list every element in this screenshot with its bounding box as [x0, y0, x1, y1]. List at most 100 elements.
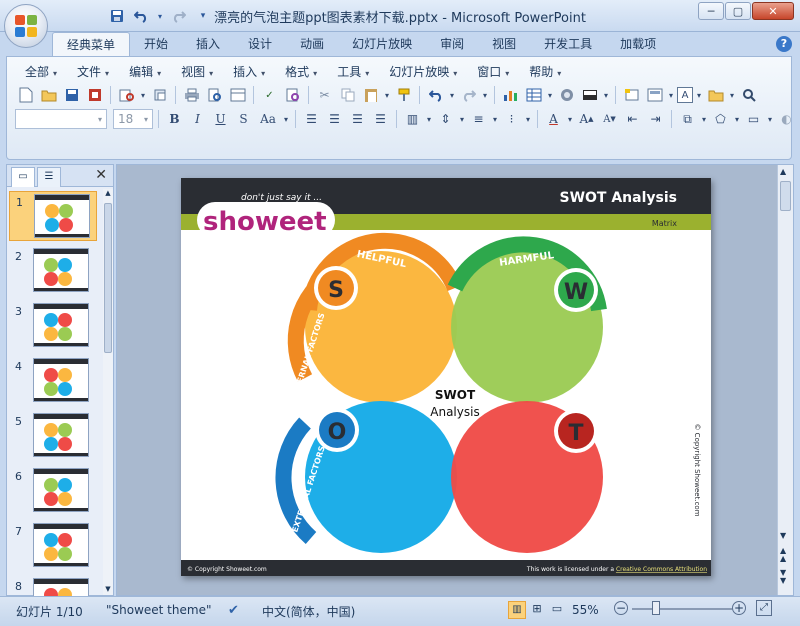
minimize-button[interactable]: ─	[698, 2, 724, 20]
close-button[interactable]: ✕	[752, 2, 794, 20]
slide-thumbnail[interactable]: 3	[9, 301, 97, 351]
open-folder-icon[interactable]	[705, 85, 726, 105]
new-slide-icon[interactable]	[621, 85, 642, 105]
align-center-icon[interactable]: ☰	[324, 109, 345, 129]
dropdown-arrow-icon[interactable]: ▾	[546, 85, 554, 105]
tab-classic-menu[interactable]: 经典菜单	[52, 32, 131, 56]
editor-scrollbar[interactable]: ▲ ▼ ▲ ▲ ▼ ▼	[777, 165, 793, 595]
office-button[interactable]	[4, 4, 48, 48]
increase-indent-icon[interactable]: ⇥	[645, 109, 666, 129]
menu-format[interactable]: 格式 ▾	[275, 63, 327, 81]
text-box-icon[interactable]: A	[677, 87, 693, 103]
dropdown-arrow-icon[interactable]: ▾	[491, 109, 499, 129]
shapes-icon[interactable]: ⬠	[710, 109, 731, 129]
grow-font-icon[interactable]: A ▲	[576, 109, 597, 129]
scroll-down-icon[interactable]: ▼	[103, 585, 113, 595]
tab-slide-show[interactable]: 幻灯片放映	[338, 32, 426, 56]
justify-icon[interactable]: ☰	[370, 109, 391, 129]
menu-edit[interactable]: 编辑 ▾	[119, 63, 171, 81]
dropdown-arrow-icon[interactable]: ▾	[524, 109, 532, 129]
layout-icon[interactable]	[227, 85, 248, 105]
bullets-icon[interactable]: ⁝	[501, 109, 522, 129]
save-icon[interactable]	[61, 85, 82, 105]
format-painter-icon[interactable]	[393, 85, 414, 105]
slide-sorter-view-button[interactable]: ⊞	[528, 601, 546, 619]
scroll-down-icon[interactable]: ▼	[780, 531, 786, 540]
scroll-thumb[interactable]	[104, 203, 112, 353]
menu-window[interactable]: 窗口 ▾	[467, 63, 519, 81]
menu-file[interactable]: 文件 ▾	[67, 63, 119, 81]
tab-developer[interactable]: 开发工具	[530, 32, 606, 56]
maximize-button[interactable]: ▢	[725, 2, 751, 20]
slide-thumbnail[interactable]: 5	[9, 411, 97, 461]
scroll-up-icon[interactable]: ▲	[780, 167, 786, 176]
menu-tools[interactable]: 工具 ▾	[327, 63, 379, 81]
tab-slides[interactable]: ▭	[11, 167, 35, 187]
dropdown-arrow-icon[interactable]: ▾	[139, 85, 147, 105]
shadow-icon[interactable]: S	[233, 109, 254, 129]
tab-insert[interactable]: 插入	[182, 32, 234, 56]
undo-icon[interactable]	[425, 85, 446, 105]
zoom-slider[interactable]	[632, 608, 732, 610]
tab-design[interactable]: 设计	[234, 32, 286, 56]
pane-scrollbar[interactable]: ▲ ▼	[103, 189, 113, 595]
slide-thumbnail[interactable]: 4	[9, 356, 97, 406]
menu-help[interactable]: 帮助 ▾	[519, 63, 571, 81]
columns-icon[interactable]: ▥	[402, 109, 423, 129]
next-slide-icon[interactable]: ▼ ▼	[780, 569, 786, 585]
insert-table-icon[interactable]	[523, 85, 544, 105]
open-icon[interactable]	[38, 85, 59, 105]
dropdown-arrow-icon[interactable]: ▾	[448, 85, 456, 105]
italic-icon[interactable]: I	[187, 109, 208, 129]
insert-chart-icon[interactable]	[500, 85, 521, 105]
slide-thumbnail[interactable]: 6	[9, 466, 97, 516]
dropdown-arrow-icon[interactable]: ▾	[458, 109, 466, 129]
dropdown-arrow-icon[interactable]: ▾	[282, 109, 290, 129]
close-icon[interactable]: ✕	[95, 167, 107, 183]
slide-thumbnail[interactable]: 7	[9, 521, 97, 571]
change-case-icon[interactable]: Aa	[256, 109, 280, 129]
text-direction-icon[interactable]: ⇕	[435, 109, 456, 129]
dropdown-arrow-icon[interactable]: ▾	[733, 109, 741, 129]
dropdown-arrow-icon[interactable]: ▾	[481, 85, 489, 105]
dropdown-arrow-icon[interactable]: ▾	[728, 85, 736, 105]
help-icon[interactable]: ?	[776, 36, 792, 52]
bold-icon[interactable]: B	[164, 109, 185, 129]
print-preview-icon[interactable]	[116, 85, 137, 105]
spelling-status-icon[interactable]: ✔	[228, 603, 239, 618]
slide-layout-icon[interactable]	[644, 85, 665, 105]
underline-icon[interactable]: U	[210, 109, 231, 129]
zoom-out-button[interactable]: −	[614, 601, 628, 615]
numbering-icon[interactable]: ≡	[468, 109, 489, 129]
research-icon[interactable]	[282, 85, 303, 105]
copy-icon[interactable]	[337, 85, 358, 105]
slide-canvas[interactable]: SWOT Analysis Matrix don't just say it .…	[181, 178, 711, 576]
dropdown-arrow-icon[interactable]: ▾	[602, 85, 610, 105]
align-left-icon[interactable]: ☰	[301, 109, 322, 129]
previous-slide-icon[interactable]: ▲ ▲	[780, 547, 786, 563]
decrease-indent-icon[interactable]: ⇤	[622, 109, 643, 129]
dropdown-arrow-icon[interactable]: ▾	[766, 109, 774, 129]
dropdown-arrow-icon[interactable]: ▾	[425, 109, 433, 129]
scroll-up-icon[interactable]: ▲	[103, 189, 113, 199]
dropdown-arrow-icon[interactable]: ▾	[566, 109, 574, 129]
zoom-in-button[interactable]: +	[732, 601, 746, 615]
permission-icon[interactable]	[84, 85, 105, 105]
find-icon[interactable]	[738, 85, 759, 105]
language-indicator[interactable]: 中文(简体，中国)	[262, 603, 355, 620]
shape-fill-icon[interactable]: ◐	[776, 109, 797, 129]
normal-view-button[interactable]: ▥	[508, 601, 526, 619]
slide-thumbnail[interactable]: 2	[9, 246, 97, 296]
font-color-icon[interactable]: A	[543, 109, 564, 129]
zoom-slider-thumb[interactable]	[652, 601, 660, 615]
quick-styles-icon[interactable]: ▭	[743, 109, 764, 129]
font-name-combo[interactable]: ▾	[15, 109, 107, 129]
cut-icon[interactable]: ✂	[314, 85, 335, 105]
scroll-thumb[interactable]	[780, 181, 791, 211]
preview-icon[interactable]	[204, 85, 225, 105]
menu-all[interactable]: 全部 ▾	[15, 63, 67, 81]
dropdown-arrow-icon[interactable]: ▾	[383, 85, 391, 105]
fit-to-window-button[interactable]: ⤢	[756, 600, 772, 616]
tab-review[interactable]: 审阅	[426, 32, 478, 56]
tab-outline[interactable]: ☰	[37, 167, 61, 187]
